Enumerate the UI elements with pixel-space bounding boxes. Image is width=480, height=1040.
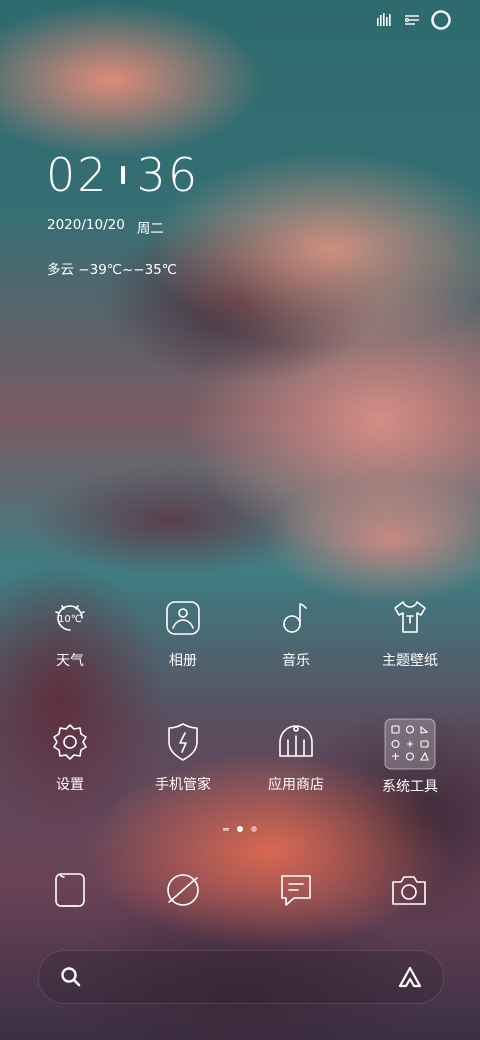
page-dot	[251, 826, 257, 832]
assistant-icon[interactable]	[397, 965, 423, 993]
search-bar[interactable]	[38, 950, 444, 1004]
settings-gear-icon	[53, 724, 87, 760]
battery-ring-icon	[430, 9, 452, 31]
search-icon[interactable]	[59, 965, 83, 993]
weekday-text: 周二	[136, 221, 164, 237]
camera-icon	[392, 876, 426, 905]
phone-icon	[55, 873, 85, 907]
signal-bars-icon	[376, 12, 394, 28]
clock-minutes: 36	[136, 148, 200, 202]
app-settings[interactable]: 设置	[15, 720, 125, 794]
app-music[interactable]: 音乐	[241, 596, 351, 670]
app-system-tools-folder[interactable]: 系统工具	[355, 718, 465, 796]
app-gallery[interactable]: 相册	[128, 596, 238, 670]
page-dot-active	[237, 826, 243, 832]
date-text: 2020/10/20	[47, 217, 125, 233]
dock-messages[interactable]	[274, 868, 318, 912]
clock-widget[interactable]: 02 36	[46, 148, 199, 202]
app-theme[interactable]: 主题壁纸	[355, 596, 465, 670]
app-label: 天气	[56, 653, 84, 669]
dock-phone[interactable]	[48, 868, 92, 912]
status-bar	[376, 8, 452, 32]
app-phone-manager[interactable]: 手机管家	[128, 720, 238, 794]
browser-icon	[167, 874, 199, 906]
system-tools-folder-icon	[384, 718, 436, 770]
dock-browser[interactable]	[161, 868, 205, 912]
app-label: 相册	[169, 653, 197, 669]
weather-icon-temp: 10℃	[58, 614, 82, 625]
page-indicator[interactable]	[0, 826, 480, 832]
phone-manager-icon	[168, 723, 198, 761]
app-store-icon	[279, 725, 313, 757]
notification-icon	[404, 13, 420, 27]
app-weather[interactable]: 10℃ 天气	[15, 596, 125, 670]
app-label: 手机管家	[155, 777, 211, 793]
date-row: 2020/10/20 周二	[47, 217, 164, 237]
clock-hours: 02	[46, 148, 109, 202]
dock-camera[interactable]	[387, 868, 431, 912]
app-label: 系统工具	[382, 779, 438, 795]
app-label: 设置	[56, 777, 84, 793]
music-icon	[283, 603, 307, 633]
clock-separator	[120, 166, 125, 184]
app-label: 主题壁纸	[382, 653, 438, 669]
gallery-icon	[166, 601, 200, 635]
messages-icon	[281, 875, 311, 906]
app-label: 应用商店	[268, 777, 324, 793]
theme-icon	[394, 601, 426, 633]
app-store[interactable]: 应用商店	[241, 720, 351, 794]
weather-icon: 10℃	[55, 605, 85, 631]
weather-summary[interactable]: 多云 −39℃~−35℃	[47, 258, 177, 278]
app-label: 音乐	[282, 653, 310, 669]
page-indicator-menu	[223, 827, 229, 831]
